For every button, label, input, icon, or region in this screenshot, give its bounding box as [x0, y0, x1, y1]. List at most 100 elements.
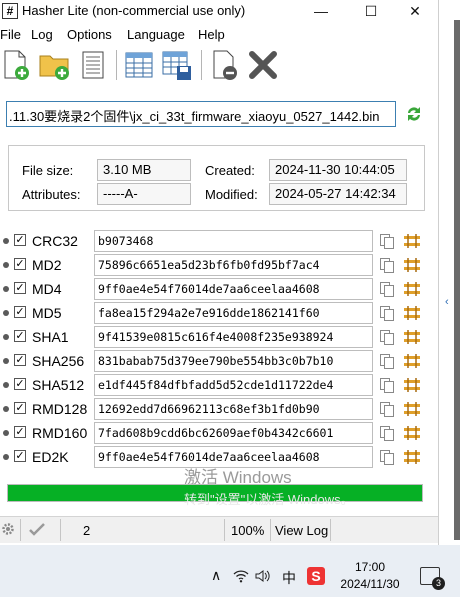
notification-count: 3	[432, 577, 445, 590]
hash-row-sha1: ✓ SHA1 9f41539e0815c616f4e4008f235e938924	[0, 326, 438, 348]
hash-name: ED2K	[32, 449, 69, 465]
table-icon[interactable]	[122, 48, 156, 82]
status-separator	[20, 519, 21, 541]
file-size-label: File size:	[22, 163, 74, 178]
notification-icon[interactable]: 3	[420, 567, 445, 590]
hash-value[interactable]: 7fad608b9cdd6bc62609aef0b4342c6601	[94, 422, 373, 444]
status-separator	[224, 519, 225, 541]
status-separator	[60, 519, 61, 541]
close-button[interactable]: ✕	[392, 0, 438, 22]
hash-row-sha512: ✓ SHA512 e1df445f84dfbfadd5d52cde1d11722de…	[0, 374, 438, 396]
compare-icon[interactable]	[403, 281, 421, 297]
network-icon[interactable]	[233, 569, 249, 583]
delete-x-icon[interactable]	[246, 48, 280, 82]
hash-value[interactable]: 75896c6651ea5d23bf6fb0fd95bf7ac4	[94, 254, 373, 276]
compare-icon[interactable]	[403, 401, 421, 417]
hash-checkbox[interactable]: ✓	[14, 378, 26, 390]
copy-icon[interactable]	[379, 377, 395, 393]
row-bullet-icon	[3, 454, 9, 460]
hash-checkbox[interactable]: ✓	[14, 282, 26, 294]
row-bullet-icon	[3, 238, 9, 244]
hash-checkbox[interactable]: ✓	[14, 354, 26, 366]
checkmark-icon	[28, 522, 46, 536]
hash-checkbox[interactable]: ✓	[14, 330, 26, 342]
hash-value[interactable]: e1df445f84dfbfadd5d52cde1d11722de4	[94, 374, 373, 396]
hash-checkbox[interactable]: ✓	[14, 258, 26, 270]
row-bullet-icon	[3, 382, 9, 388]
refresh-icon[interactable]	[405, 105, 423, 123]
save-table-icon[interactable]	[160, 48, 194, 82]
view-log-link[interactable]: View Log	[275, 523, 328, 538]
hash-value[interactable]: b9073468	[94, 230, 373, 252]
hash-checkbox[interactable]: ✓	[14, 234, 26, 246]
copy-icon[interactable]	[379, 305, 395, 321]
volume-icon[interactable]	[255, 569, 271, 583]
compare-icon[interactable]	[403, 233, 421, 249]
menu-help[interactable]: Help	[198, 27, 225, 42]
copy-icon[interactable]	[379, 233, 395, 249]
maximize-button[interactable]: ☐	[348, 0, 394, 22]
compare-icon[interactable]	[403, 449, 421, 465]
gear-icon[interactable]	[1, 522, 15, 536]
hash-value[interactable]: 9ff0ae4e54f76014de7aa6ceelaa4608	[94, 278, 373, 300]
hash-row-rmd128: ✓ RMD128 12692edd7d66962113c68ef3b1fd0b90	[0, 398, 438, 420]
copy-icon[interactable]	[379, 401, 395, 417]
activation-watermark-subtitle: 转到"设置"以激活 Windows。	[184, 492, 354, 507]
zoom-level: 100%	[231, 523, 265, 538]
scrollbar[interactable]	[454, 20, 460, 540]
copy-icon[interactable]	[379, 353, 395, 369]
copy-icon[interactable]	[379, 425, 395, 441]
hash-value[interactable]: fa8ea15f294a2e7e916dde1862141f60	[94, 302, 373, 324]
file-path-field[interactable]: .11.30要烧录2个固件\jx_ci_33t_firmware_xiaoyu_…	[6, 101, 396, 127]
chevron-up-icon[interactable]: ∧	[211, 567, 221, 584]
ime-indicator[interactable]: 中	[282, 568, 296, 588]
clock[interactable]: 17:00 2024/11/30	[335, 559, 405, 593]
menu-file[interactable]: File	[0, 27, 21, 42]
hash-checkbox[interactable]: ✓	[14, 402, 26, 414]
compare-icon[interactable]	[403, 257, 421, 273]
modified-value: 2024-05-27 14:42:34	[269, 183, 407, 205]
add-file-icon[interactable]	[0, 48, 34, 82]
minimize-button[interactable]: —	[298, 0, 344, 22]
clock-date: 2024/11/30	[340, 577, 400, 591]
menu-language[interactable]: Language	[127, 27, 185, 42]
attributes-label: Attributes:	[22, 187, 81, 202]
compare-icon[interactable]	[403, 377, 421, 393]
hash-value[interactable]: 12692edd7d66962113c68ef3b1fd0b90	[94, 398, 373, 420]
hash-row-sha256: ✓ SHA256 831babab75d379ee790be554bb3c0b7b1…	[0, 350, 438, 372]
menu-log[interactable]: Log	[31, 27, 53, 42]
status-separator	[330, 519, 331, 541]
created-label: Created:	[205, 163, 255, 178]
menu-bar: File Log Options Language Help	[0, 24, 438, 44]
document-icon[interactable]	[76, 48, 110, 82]
window-title: Hasher Lite (non-commercial use only)	[22, 3, 246, 18]
toolbar-separator	[116, 50, 117, 80]
add-folder-icon[interactable]	[38, 48, 72, 82]
compare-icon[interactable]	[403, 353, 421, 369]
status-bar: 2 100% View Log	[0, 516, 438, 543]
clock-time: 17:00	[354, 560, 386, 574]
hash-name: MD5	[32, 305, 62, 321]
copy-icon[interactable]	[379, 329, 395, 345]
chevron-left-icon[interactable]: ‹	[445, 296, 449, 308]
hash-checkbox[interactable]: ✓	[14, 450, 26, 462]
compare-icon[interactable]	[403, 305, 421, 321]
remove-file-icon[interactable]	[208, 48, 242, 82]
copy-icon[interactable]	[379, 449, 395, 465]
hash-value[interactable]: 9f41539e0815c616f4e4008f235e938924	[94, 326, 373, 348]
title-bar[interactable]: # Hasher Lite (non-commercial use only) …	[0, 0, 438, 22]
hash-checkbox[interactable]: ✓	[14, 426, 26, 438]
row-bullet-icon	[3, 358, 9, 364]
copy-icon[interactable]	[379, 281, 395, 297]
sogou-input-icon[interactable]: S	[307, 567, 325, 585]
compare-icon[interactable]	[403, 425, 421, 441]
hash-value[interactable]: 831babab75d379ee790be554bb3c0b7b10	[94, 350, 373, 372]
copy-icon[interactable]	[379, 257, 395, 273]
row-bullet-icon	[3, 406, 9, 412]
compare-icon[interactable]	[403, 329, 421, 345]
menu-options[interactable]: Options	[67, 27, 112, 42]
hash-row-md4: ✓ MD4 9ff0ae4e54f76014de7aa6ceelaa4608	[0, 278, 438, 300]
hash-checkbox[interactable]: ✓	[14, 306, 26, 318]
hash-name: MD2	[32, 257, 62, 273]
toolbar	[0, 44, 438, 86]
